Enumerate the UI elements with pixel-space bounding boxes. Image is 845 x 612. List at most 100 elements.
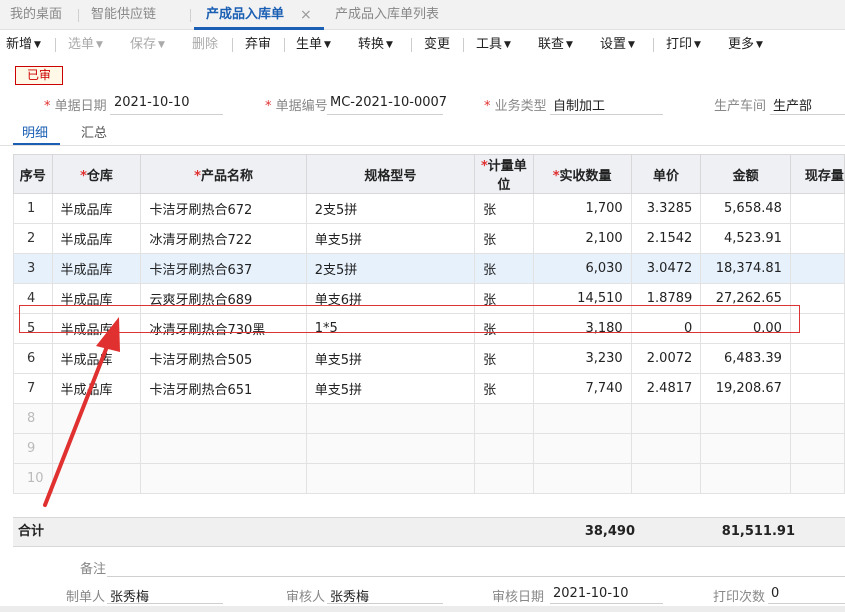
cell-product[interactable]: 冰清牙刷热合730黑 [140,313,307,344]
cell-qty[interactable] [532,433,632,464]
cell-product[interactable] [140,403,307,434]
tab-my-desktop[interactable]: 我的桌面 [10,0,62,30]
col-header-warehouse[interactable]: *仓库 [51,154,142,194]
cell-qty[interactable]: 1,700 [532,193,632,224]
convert-button[interactable]: 转换 ▼ [358,30,393,60]
cell-product[interactable]: 卡洁牙刷热合505 [140,343,307,374]
tab-finished-goods-receipt-list[interactable]: 产成品入库单列表 [335,0,439,30]
cell-product[interactable]: 卡洁牙刷热合637 [140,253,307,284]
cell-unit[interactable] [474,463,534,494]
cell-qty[interactable]: 2,100 [532,223,632,254]
cell-index[interactable]: 6 [13,343,53,374]
cell-qty[interactable]: 3,180 [532,313,632,344]
cell-warehouse[interactable]: 半成品库 [51,373,142,404]
close-icon[interactable]: × [300,0,312,30]
cell-warehouse[interactable] [51,433,142,464]
cell-price[interactable]: 1.8789 [630,283,702,314]
table-row-empty[interactable]: 9 [13,433,845,464]
cell-index[interactable]: 4 [13,283,53,314]
cell-price[interactable]: 3.3285 [630,193,702,224]
cell-stock[interactable] [789,283,845,314]
cell-amount[interactable]: 5,658.48 [700,193,791,224]
cell-stock[interactable] [789,193,845,224]
cell-qty[interactable]: 14,510 [532,283,632,314]
cell-stock[interactable] [789,343,845,374]
table-row[interactable]: 4 半成品库 云爽牙刷热合689 单支6拼张 14,510 1.8789 27,262.65 [13,283,845,314]
tab-detail[interactable]: 明细 [22,122,48,141]
new-button[interactable]: 新增 ▼ [6,30,41,60]
delete-button[interactable]: 删除 [192,30,218,60]
tools-menu[interactable]: 工具 ▼ [476,30,511,60]
table-row-empty[interactable]: 10 [13,463,845,494]
col-header-stock[interactable]: 现存量 [789,154,845,194]
cell-index[interactable]: 2 [13,223,53,254]
tab-smart-supply-chain[interactable]: 智能供应链 [91,0,156,30]
cell-amount[interactable]: 4,523.91 [700,223,791,254]
cell-warehouse[interactable]: 半成品库 [51,343,142,374]
cell-stock[interactable] [789,223,845,254]
cell-stock[interactable] [789,403,845,434]
cell-unit[interactable]: 张 [474,373,534,404]
generate-order-button[interactable]: 生单 ▼ [296,30,331,60]
cell-warehouse[interactable]: 半成品库 [51,313,142,344]
link-query-menu[interactable]: 联查 ▼ [538,30,573,60]
cell-index[interactable]: 9 [13,433,53,464]
col-header-unit[interactable]: *计量单位 [474,154,534,194]
cell-index[interactable]: 1 [13,193,53,224]
cell-product[interactable] [140,433,307,464]
cell-price[interactable]: 2.4817 [630,373,702,404]
cell-amount[interactable] [700,403,791,434]
cell-warehouse[interactable]: 半成品库 [51,283,142,314]
cell-unit[interactable]: 张 [474,223,534,254]
cell-unit[interactable] [474,433,534,464]
cell-spec[interactable]: 2支5拼 [305,253,476,284]
cell-unit[interactable] [474,403,534,434]
table-row[interactable]: 5 半成品库 冰清牙刷热合730黑 1*5 张 3,180 0 0.00 [13,313,845,344]
cell-index[interactable]: 7 [13,373,53,404]
cell-stock[interactable] [789,373,845,404]
cell-unit[interactable]: 张 [474,253,534,284]
cell-price[interactable] [630,433,702,464]
cell-amount[interactable]: 0.00 [700,313,791,344]
table-row-empty[interactable]: 8 [13,403,845,434]
cell-qty[interactable] [532,463,632,494]
cell-spec[interactable]: 单支5拼 [305,223,476,254]
remark-field[interactable] [107,576,845,577]
cell-price[interactable] [630,463,702,494]
cell-amount[interactable] [700,433,791,464]
cell-stock[interactable] [789,313,845,344]
cell-qty[interactable] [532,403,632,434]
cell-spec[interactable]: 单支6拼 [305,283,476,314]
cell-unit[interactable]: 张 [474,343,534,374]
cell-product[interactable] [140,463,307,494]
settings-menu[interactable]: 设置 ▼ [600,30,635,60]
table-row[interactable]: 3 半成品库 卡洁牙刷热合637 2支5拼张 6,030 3.0472 18,374.81 [13,253,845,284]
cell-stock[interactable] [789,433,845,464]
cell-warehouse[interactable]: 半成品库 [51,253,142,284]
save-button[interactable]: 保存 ▼ [130,30,165,60]
col-header-amount[interactable]: 金额 [700,154,791,194]
change-button[interactable]: 变更 [424,30,450,60]
cell-unit[interactable]: 张 [474,193,534,224]
cell-warehouse[interactable]: 半成品库 [51,193,142,224]
cell-spec[interactable]: 单支5拼 [305,343,476,374]
cell-amount[interactable]: 6,483.39 [700,343,791,374]
cell-price[interactable]: 3.0472 [630,253,702,284]
cell-stock[interactable] [789,463,845,494]
col-header-price[interactable]: 单价 [630,154,702,194]
cell-qty[interactable]: 7,740 [532,373,632,404]
more-menu[interactable]: 更多 ▼ [728,30,763,60]
cell-product[interactable]: 卡洁牙刷热合651 [140,373,307,404]
cell-spec[interactable] [305,463,476,494]
col-header-spec[interactable]: 规格型号 [305,154,476,194]
cell-index[interactable]: 3 [13,253,53,284]
tab-finished-goods-receipt[interactable]: 产成品入库单 [206,0,284,30]
table-row[interactable]: 2 半成品库 冰清牙刷热合722 单支5拼张 2,100 2.1542 4,523.91 [13,223,845,254]
col-header-product[interactable]: *产品名称 [140,154,307,194]
cell-product[interactable]: 云爽牙刷热合689 [140,283,307,314]
cell-warehouse[interactable] [51,463,142,494]
tab-summary[interactable]: 汇总 [81,122,107,141]
cell-product[interactable]: 冰清牙刷热合722 [140,223,307,254]
cell-unit[interactable]: 张 [474,313,534,344]
cell-product[interactable]: 卡洁牙刷热合672 [140,193,307,224]
